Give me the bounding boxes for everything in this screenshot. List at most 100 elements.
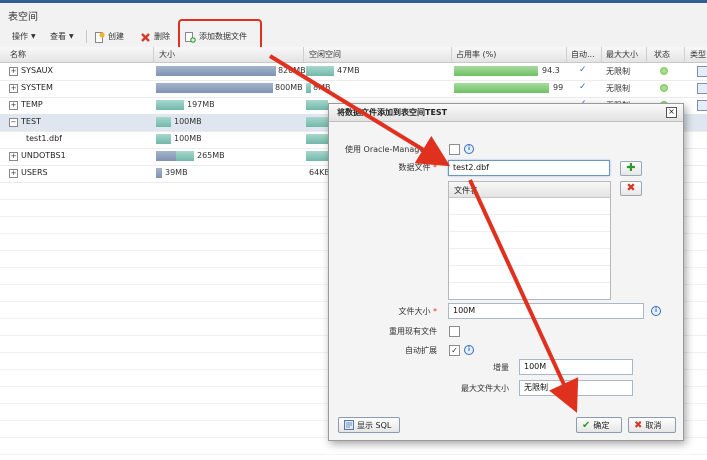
tablespace-type-icon — [697, 100, 707, 111]
row-name: SYSTEM — [21, 83, 53, 92]
check-icon: ✓ — [579, 65, 587, 75]
row-free: 8MB — [313, 83, 331, 92]
autoextend-checkbox[interactable]: ✓ — [449, 345, 460, 356]
list-item[interactable] — [449, 232, 610, 249]
info-icon[interactable]: i — [651, 306, 661, 316]
dialog-titlebar: 将数据文件添加到表空间TEST × — [329, 104, 683, 122]
ok-button[interactable]: ✔ 确定 — [576, 417, 622, 433]
maxsize-label: 最大文件大小 — [461, 384, 509, 393]
header-type: 类型 — [690, 50, 706, 59]
new-document-icon — [95, 31, 105, 43]
add-datafile-dialog: 将数据文件添加到表空间TEST × 使用 Oracle-Managed i 数据… — [328, 103, 684, 441]
row-size: 265MB — [197, 151, 225, 160]
expand-icon[interactable]: + — [9, 152, 18, 161]
row-size: 100MB — [174, 134, 202, 143]
status-online-icon — [660, 67, 668, 75]
list-item[interactable] — [449, 249, 610, 266]
delete-icon — [141, 32, 150, 42]
omf-checkbox[interactable] — [449, 144, 460, 155]
row-size: 100MB — [174, 117, 202, 126]
usage-bar — [454, 83, 549, 93]
row-maxsize: 无限制 — [606, 84, 630, 93]
dialog-title: 将数据文件添加到表空间TEST — [337, 108, 448, 117]
check-icon: ✓ — [579, 82, 587, 92]
header-size: 大小 — [159, 50, 175, 59]
row-name: test1.dbf — [26, 134, 62, 143]
row-maxsize: 无限制 — [606, 67, 630, 76]
size-bar — [156, 83, 273, 93]
header-usage: 占用率 (%) — [456, 50, 497, 59]
delete-button[interactable]: 删除 — [140, 30, 170, 44]
filename-list: 文件名 — [448, 181, 611, 300]
close-icon[interactable]: × — [666, 107, 677, 118]
filesize-label: 文件大小 * — [398, 307, 437, 316]
row-free: 47MB — [337, 66, 360, 75]
filesize-input[interactable]: 100M — [448, 303, 644, 319]
size-bar-free — [176, 151, 194, 161]
reuse-label: 重用现有文件 — [389, 327, 437, 336]
cancel-button[interactable]: ✖ 取消 — [628, 417, 676, 433]
row-name: TEST — [21, 117, 41, 126]
collapse-icon[interactable]: − — [9, 118, 18, 127]
cancel-label: 取消 — [645, 420, 662, 430]
autoextend-label: 自动扩展 — [405, 346, 437, 355]
actions-label: 操作 — [12, 32, 28, 41]
expand-icon[interactable]: + — [9, 169, 18, 178]
size-bar — [156, 168, 162, 178]
list-item[interactable] — [449, 198, 610, 215]
size-bar — [156, 134, 171, 144]
filename-header: 文件名 — [449, 182, 610, 198]
expand-icon[interactable]: + — [9, 84, 18, 93]
datafile-input[interactable]: test2.dbf — [448, 160, 610, 176]
show-sql-button[interactable]: 显示 SQL — [338, 417, 400, 433]
maxsize-input[interactable]: 无限制 — [519, 380, 633, 396]
row-size: 800MB — [275, 83, 303, 92]
expand-icon[interactable]: + — [9, 101, 18, 110]
view-menu[interactable]: 查看 ▼ — [50, 30, 74, 44]
omf-label: 使用 Oracle-Managed — [345, 145, 430, 154]
actions-menu[interactable]: 操作 ▼ — [12, 30, 36, 44]
show-sql-label: 显示 SQL — [357, 420, 392, 430]
info-icon[interactable]: i — [464, 345, 474, 355]
increment-input[interactable]: 100M — [519, 359, 633, 375]
top-accent-bar — [0, 0, 707, 3]
table-row[interactable]: + SYSAUX 820MB 47MB 94.3 ✓ 无限制 — [0, 63, 707, 81]
list-item[interactable] — [449, 215, 610, 232]
remove-file-button[interactable]: ✖ — [620, 181, 642, 196]
table-row[interactable]: + SYSTEM 800MB 8MB 99 ✓ 无限制 — [0, 80, 707, 98]
add-file-button[interactable]: ✚ — [620, 161, 642, 176]
size-bar — [156, 66, 276, 76]
free-bar — [306, 83, 311, 93]
row-size: 197MB — [187, 100, 215, 109]
tablespace-type-icon — [697, 83, 707, 94]
row-usage: 94.3 — [542, 66, 560, 75]
free-bar — [306, 117, 328, 127]
create-button[interactable]: 创建 — [94, 30, 124, 44]
reuse-checkbox[interactable] — [449, 326, 460, 337]
header-status: 状态 — [654, 50, 670, 59]
header-maxsize: 最大大小 — [606, 50, 638, 59]
toolbar: 操作 ▼ 查看 ▼ 创建 删除 添加数据文件 — [0, 26, 707, 46]
status-online-icon — [660, 84, 668, 92]
tablespace-type-icon — [697, 66, 707, 77]
header-autoextend: 自动... — [571, 50, 595, 59]
row-size: 39MB — [165, 168, 188, 177]
row-name: USERS — [21, 168, 48, 177]
list-item[interactable] — [449, 266, 610, 283]
free-bar — [306, 151, 328, 161]
free-bar — [306, 134, 328, 144]
create-label: 创建 — [108, 32, 124, 41]
view-label: 查看 — [50, 32, 66, 41]
free-bar — [306, 100, 328, 110]
toolbar-divider — [86, 30, 87, 43]
row-name: UNDOTBS1 — [21, 151, 66, 160]
sql-icon — [344, 420, 354, 430]
increment-label: 增量 — [493, 363, 509, 372]
expand-icon[interactable]: + — [9, 67, 18, 76]
delete-label: 删除 — [154, 32, 170, 41]
ok-label: 确定 — [593, 420, 610, 430]
free-bar — [306, 66, 334, 76]
info-icon[interactable]: i — [464, 144, 474, 154]
usage-bar — [454, 66, 538, 76]
grid-header: 名称 大小 空闲空间 占用率 (%) 自动... 最大大小 状态 类型 — [0, 47, 707, 63]
